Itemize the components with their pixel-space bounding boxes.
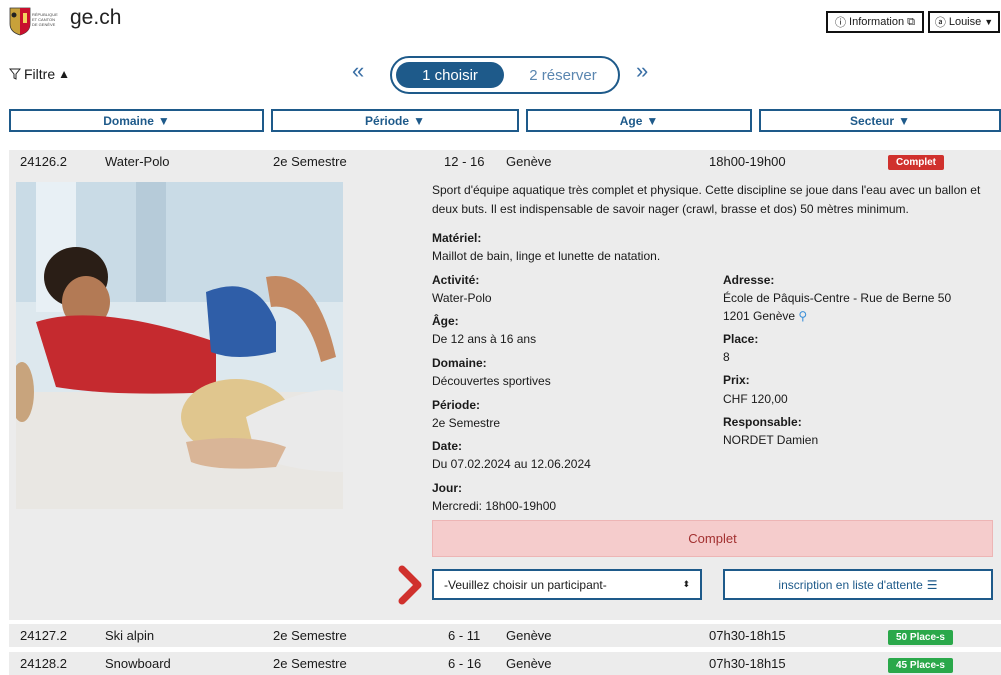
activite-label: Activité: (432, 273, 480, 287)
activite-value: Water-Polo (432, 291, 492, 305)
secteur-filter-button[interactable]: Secteur ▼ (759, 109, 1001, 132)
date-value: Du 07.02.2024 au 12.06.2024 (432, 457, 591, 471)
domaine-value: Découvertes sportives (432, 374, 551, 388)
user-circle-icon: ⓐ (934, 17, 946, 29)
chevron-right-icon (398, 565, 422, 605)
activity-description: Sport d'équipe aquatique très complet et… (432, 183, 981, 216)
select-arrows-icon: ⬍ (682, 579, 690, 589)
user-menu-label: Louise (948, 16, 982, 28)
activity-photo (16, 182, 343, 509)
complet-banner: Complet (432, 520, 993, 557)
external-link-icon: ⧉ (907, 15, 915, 28)
previous-step-icon[interactable]: « (352, 58, 364, 84)
adresse-city: 1201 Genève (723, 309, 796, 323)
caret-down-icon: ▼ (157, 113, 170, 128)
place-value: 8 (723, 350, 730, 364)
caret-up-icon: ▲ (58, 67, 71, 81)
row-ages: 6 - 16 (448, 656, 482, 671)
row-period: 2e Semestre (273, 656, 347, 671)
info-circle-icon: ⓘ (835, 17, 847, 29)
adresse-line1: École de Pâquis-Centre - Rue de Berne 50 (723, 291, 952, 305)
adresse-line2: 1201 Genève ⚲ (723, 309, 807, 323)
activity-city: Genève (506, 154, 552, 169)
responsable-label: Responsable: (723, 415, 802, 429)
age-filter-label: Age (619, 113, 643, 128)
age-label: Âge: (432, 314, 459, 328)
prix-label: Prix: (723, 373, 750, 387)
funnel-icon (9, 68, 21, 80)
filter-toggle-label: Filtre (24, 66, 56, 82)
activity-code: 24126.2 (20, 154, 67, 169)
age-value: De 12 ans à 16 ans (432, 332, 537, 346)
row-city: Genève (506, 628, 552, 643)
caret-down-icon: ▼ (646, 113, 659, 128)
participant-select-value: -Veuillez choisir un participant- (444, 577, 607, 592)
activity-ages: 12 - 16 (444, 154, 485, 169)
materiel-label: Matériel: (432, 231, 482, 245)
activity-period: 2e Semestre (273, 154, 347, 169)
domaine-filter-button[interactable]: Domaine ▼ (9, 109, 264, 132)
caret-down-icon: ▼ (413, 113, 425, 128)
row-code: 24127.2 (20, 628, 67, 643)
information-button-label: Information (849, 16, 905, 28)
periode-filter-button[interactable]: Période ▼ (271, 109, 519, 132)
jour-label: Jour: (432, 481, 462, 495)
periode-value: 2e Semestre (432, 416, 501, 430)
place-label: Place: (723, 332, 759, 346)
information-button[interactable]: ⓘ Information ⧉ (826, 11, 924, 33)
status-badge: Complet (888, 155, 944, 170)
adresse-label: Adresse: (723, 273, 775, 287)
jour-value: Mercredi: 18h00-19h00 (432, 499, 557, 513)
waitlist-button[interactable]: inscription en liste d'attente ☰ (723, 569, 993, 600)
row-hours: 07h30-18h15 (709, 628, 786, 643)
row-ages: 6 - 11 (448, 628, 481, 643)
responsable-value: NORDET Damien (723, 433, 819, 447)
participant-select[interactable]: -Veuillez choisir un participant- ⬍ (432, 569, 702, 600)
waitlist-button-label: inscription en liste d'attente (778, 577, 923, 592)
list-icon: ☰ (926, 577, 938, 592)
filter-toggle[interactable]: Filtre ▲ (9, 66, 70, 82)
row-hours: 07h30-18h15 (709, 656, 786, 671)
caret-down-icon: ▼ (984, 17, 994, 27)
step-indicator: 1 choisir 2 réserver (390, 56, 620, 94)
places-badge: 50 Place-s (888, 630, 953, 645)
row-name: Snowboard (105, 656, 171, 671)
domaine-label: Domaine: (432, 356, 487, 370)
prix-value: CHF 120,00 (723, 392, 788, 406)
map-pin-icon[interactable]: ⚲ (798, 309, 807, 323)
row-period: 2e Semestre (273, 628, 347, 643)
materiel-value: Maillot de bain, linge et lunette de nat… (432, 249, 661, 263)
activity-name: Water-Polo (105, 154, 170, 169)
table-row[interactable] (9, 624, 1001, 647)
places-badge: 45 Place-s (888, 658, 953, 673)
step-choose[interactable]: 1 choisir (396, 62, 504, 88)
domaine-filter-label: Domaine (103, 113, 154, 128)
row-name: Ski alpin (105, 628, 155, 643)
row-city: Genève (506, 656, 552, 671)
row-code: 24128.2 (20, 656, 67, 671)
caret-down-icon: ▼ (898, 113, 910, 128)
step-reserve[interactable]: 2 réserver (510, 62, 616, 88)
date-label: Date: (432, 439, 463, 453)
site-brand[interactable]: ge.ch (70, 6, 121, 30)
crest-caption: RÉPUBLIQUE ET CANTON DE GENÈVE (32, 12, 58, 27)
next-step-icon[interactable]: » (636, 58, 648, 84)
geneva-crest-logo (9, 7, 31, 36)
secteur-filter-label: Secteur (850, 113, 895, 128)
periode-filter-label: Période (365, 113, 410, 128)
user-menu-button[interactable]: ⓐ Louise ▼ (928, 11, 1000, 33)
periode-label: Période: (432, 398, 481, 412)
age-filter-button[interactable]: Age ▼ (526, 109, 752, 132)
activity-hours: 18h00-19h00 (709, 154, 786, 169)
